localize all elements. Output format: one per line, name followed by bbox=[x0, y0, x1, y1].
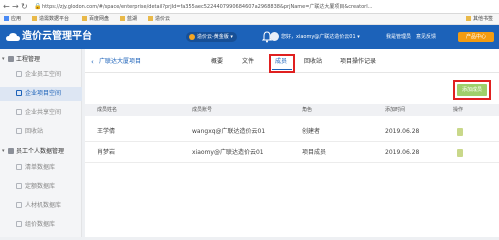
bookmark-item[interactable]: 造价云 bbox=[148, 16, 170, 23]
add-member-highlight bbox=[453, 80, 491, 100]
folder-icon bbox=[148, 16, 153, 21]
app-header: 造价云管理平台 造价云-黄金版 ▾ 您好，xiaomy@广联达造价云01 ▾ 我… bbox=[0, 25, 499, 49]
trash-icon bbox=[16, 128, 22, 134]
briefcase-icon bbox=[8, 56, 14, 62]
tab-overview[interactable]: 概要 bbox=[211, 58, 223, 66]
org-selector[interactable]: 造价云-黄金版 ▾ bbox=[186, 32, 237, 42]
cloud-logo-icon bbox=[6, 33, 20, 41]
delete-icon[interactable] bbox=[457, 128, 463, 136]
reload-icon[interactable]: ↻ bbox=[21, 3, 28, 11]
sidebar-item-employee-space[interactable]: 企业员工空间 bbox=[0, 68, 82, 82]
feedback-link[interactable]: 意见反馈 bbox=[416, 34, 436, 40]
page-title: 广联达大厦项目 bbox=[99, 58, 142, 65]
org-badge-icon bbox=[189, 34, 195, 40]
col-actions: 操作 bbox=[453, 107, 464, 113]
folder-icon bbox=[120, 16, 125, 21]
product-center-button[interactable]: 产品中心 bbox=[458, 32, 494, 42]
table-row[interactable]: 肖梦岩 xiaomy@广联达造价云01 项目成员 2019.06.28 bbox=[85, 143, 499, 163]
sidebar-item-project-space[interactable]: 企业项目空间 bbox=[0, 87, 82, 101]
url-field[interactable]: https://zjy.glodon.com/#/space/enterpris… bbox=[42, 2, 488, 12]
delete-icon[interactable] bbox=[457, 149, 463, 157]
col-member-account: 成员账号 bbox=[192, 107, 213, 113]
bookmark-item[interactable]: 蓝湖 bbox=[120, 16, 137, 23]
space-icon bbox=[16, 90, 22, 96]
database-icon bbox=[16, 221, 22, 227]
space-icon bbox=[16, 71, 22, 77]
sidebar-item-shared-space[interactable]: 企业共享空间 bbox=[0, 106, 82, 120]
user-greeting[interactable]: 您好，xiaomy@广联达造价云01 ▾ bbox=[281, 33, 360, 41]
space-icon bbox=[16, 109, 22, 115]
sidebar: ▾ 工程管理 企业员工空间 企业项目空间 企业共享空间 回收站 ▾ 员工个人数据管理… bbox=[0, 49, 82, 237]
member-role: 项目成员 bbox=[302, 149, 327, 156]
forward-arrow-icon[interactable]: → bbox=[12, 3, 19, 11]
member-account: wangxq@广联达造价云01 bbox=[192, 128, 266, 135]
lock-icon: 🔒 bbox=[34, 3, 42, 10]
database-icon bbox=[16, 183, 22, 189]
caret-down-icon: ▾ bbox=[2, 56, 5, 62]
database-icon bbox=[16, 164, 22, 170]
bookmarks-bar: 应用 造需数据平台 百度网盘 蓝湖 造价云 其他书签 bbox=[0, 14, 499, 25]
admin-link[interactable]: 我是管理员 bbox=[386, 34, 411, 40]
chevron-left-icon[interactable]: ‹ bbox=[91, 58, 94, 66]
table-row[interactable]: 王学倩 wangxq@广联达造价云01 创建者 2019.06.28 bbox=[85, 122, 499, 142]
user-icon bbox=[8, 148, 14, 154]
main-panel: ‹ 广联达大厦项目 概要 文件 成员 回收站 项目操作记录 添加成员 成员姓名 … bbox=[85, 49, 499, 237]
apps-icon bbox=[4, 16, 9, 21]
bookmark-item[interactable]: 应用 bbox=[4, 16, 21, 23]
sidebar-item-bill-db[interactable]: 清单数据库 bbox=[0, 161, 82, 175]
folder-icon bbox=[466, 16, 471, 21]
back-arrow-icon[interactable]: ← bbox=[3, 3, 10, 11]
sidebar-item-recycle-bin[interactable]: 回收站 bbox=[0, 125, 82, 139]
bookmark-item[interactable]: 造需数据平台 bbox=[32, 16, 69, 23]
caret-down-icon: ▾ bbox=[2, 148, 5, 154]
app-logo[interactable]: 造价云管理平台 bbox=[22, 31, 92, 43]
folder-icon bbox=[82, 16, 87, 21]
member-added-time: 2019.06.28 bbox=[385, 128, 420, 135]
sidebar-item-pricing-db[interactable]: 组价数据库 bbox=[0, 218, 82, 232]
members-table-header: 成员姓名 成员账号 角色 添加时间 操作 bbox=[85, 104, 499, 116]
avatar[interactable] bbox=[270, 32, 279, 41]
sidebar-section-project-management[interactable]: ▾ 工程管理 bbox=[0, 53, 82, 66]
member-name: 肖梦岩 bbox=[97, 149, 116, 156]
browser-address-bar: ← → ↻ 🔒 https://zjy.glodon.com/#/space/e… bbox=[0, 0, 499, 14]
col-added-time: 添加时间 bbox=[385, 107, 406, 113]
member-account: xiaomy@广联达造价云01 bbox=[192, 149, 264, 156]
bookmark-item[interactable]: 其他书签 bbox=[466, 16, 493, 23]
col-role: 角色 bbox=[302, 107, 313, 113]
member-added-time: 2019.06.28 bbox=[385, 149, 420, 156]
sidebar-item-material-db[interactable]: 人材机数据库 bbox=[0, 199, 82, 213]
database-icon bbox=[16, 202, 22, 208]
tab-operation-log[interactable]: 项目操作记录 bbox=[340, 58, 376, 66]
tab-recycle-bin[interactable]: 回收站 bbox=[304, 58, 322, 66]
header-links: 我是管理员 意见反馈 bbox=[386, 33, 441, 41]
bookmark-item[interactable]: 百度网盘 bbox=[82, 16, 109, 23]
folder-icon bbox=[32, 16, 37, 21]
col-member-name: 成员姓名 bbox=[97, 107, 118, 113]
member-role: 创建者 bbox=[302, 128, 321, 135]
member-name: 王学倩 bbox=[97, 128, 116, 135]
sidebar-section-personal-data[interactable]: ▾ 员工个人数据管理 bbox=[0, 145, 82, 158]
sidebar-item-quota-db[interactable]: 定额数据库 bbox=[0, 180, 82, 194]
tab-files[interactable]: 文件 bbox=[242, 58, 254, 66]
members-tab-highlight bbox=[269, 54, 295, 73]
